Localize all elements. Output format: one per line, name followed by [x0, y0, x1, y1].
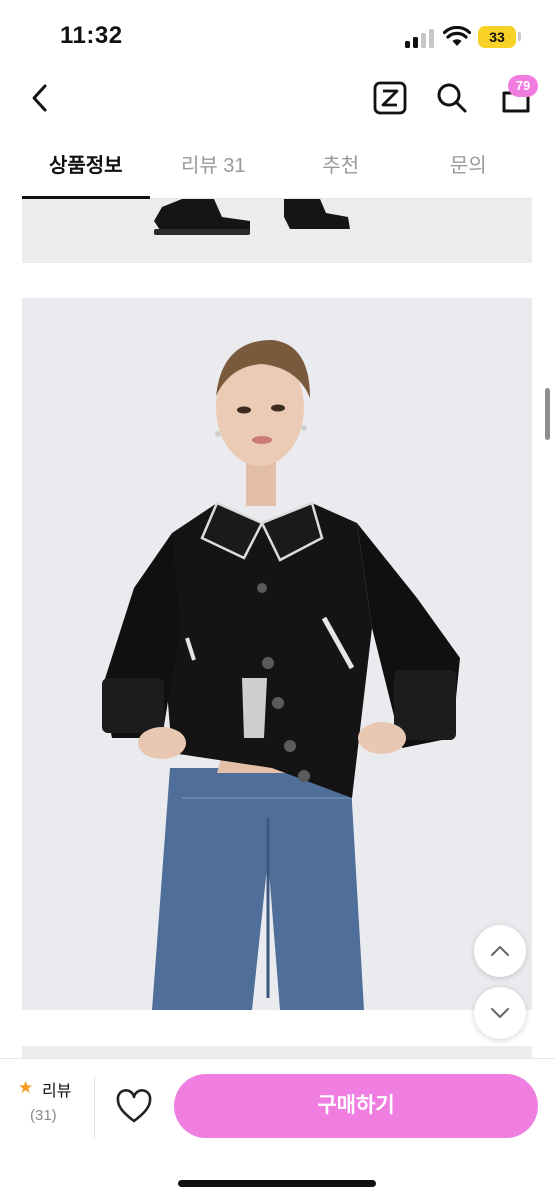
search-button[interactable] [434, 80, 470, 116]
tab-reviews[interactable]: 리뷰 31 [150, 140, 278, 198]
wifi-icon [443, 26, 471, 46]
header [0, 68, 555, 128]
status-time: 11:32 [60, 22, 123, 49]
search-icon [437, 83, 467, 113]
scroll-indicator[interactable] [545, 388, 550, 440]
review-label: 리뷰 [42, 1083, 72, 1100]
z-icon [373, 81, 407, 115]
star-icon: ★ [18, 1078, 34, 1097]
z-button[interactable] [372, 80, 408, 116]
shoes-illustration [154, 199, 350, 235]
tab-recommend[interactable]: 추천 [277, 140, 405, 198]
review-summary[interactable]: ★ 리뷰 (31) [18, 1077, 92, 1137]
battery-tip [518, 32, 521, 41]
bottom-divider [94, 1076, 95, 1138]
battery-indicator: 33 [478, 26, 516, 48]
chevron-down-icon [491, 1008, 509, 1018]
back-icon [32, 84, 47, 112]
chevron-up-icon [491, 946, 509, 956]
buy-button[interactable]: 구매하기 [174, 1074, 538, 1138]
product-image-previous [22, 199, 532, 263]
heart-icon [116, 1089, 152, 1123]
scroll-down-button[interactable] [474, 987, 526, 1039]
review-count: (31) [30, 1107, 57, 1124]
status-bar: 11:32 33 [0, 0, 555, 68]
product-tabs: 상품정보 리뷰 31 추천 문의 [22, 140, 532, 199]
model-photo [102, 340, 460, 1010]
cart-count-badge: 79 [508, 75, 538, 97]
tab-inquiry[interactable]: 문의 [405, 140, 533, 198]
signal-icon [405, 28, 435, 48]
back-button[interactable] [22, 80, 58, 116]
home-indicator [178, 1180, 376, 1187]
tab-product-info[interactable]: 상품정보 [22, 140, 150, 199]
wishlist-button[interactable] [114, 1088, 154, 1126]
scroll-up-button[interactable] [474, 925, 526, 977]
product-image-main [22, 298, 532, 1010]
